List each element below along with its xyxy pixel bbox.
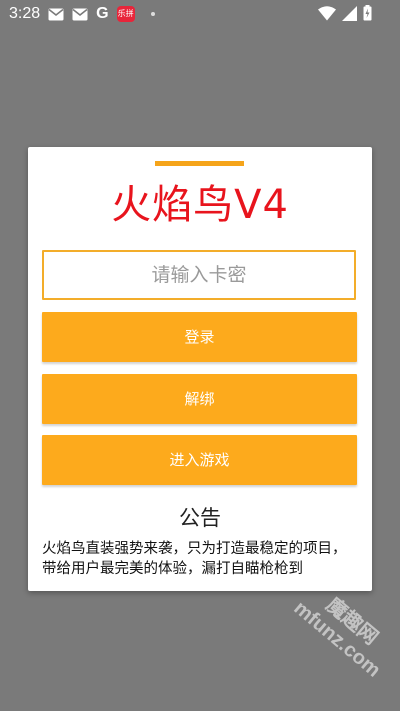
app-notification-icon: 乐拼 xyxy=(116,6,135,22)
watermark: 魔趣网 mfunz.com xyxy=(250,573,400,711)
login-button[interactable]: 登录 xyxy=(42,312,357,362)
dot-icon xyxy=(150,12,155,16)
mail-icon xyxy=(72,8,88,21)
title-accent-bar xyxy=(155,161,244,166)
system-icons xyxy=(318,5,372,21)
notification-icons: G 乐拼 xyxy=(48,5,155,23)
status-time: 3:28 xyxy=(9,5,41,22)
notice-heading: 公告 xyxy=(179,506,221,530)
enter-game-button[interactable]: 进入游戏 xyxy=(42,435,357,485)
unbind-button[interactable]: 解绑 xyxy=(42,374,357,424)
card-key-input[interactable] xyxy=(42,250,356,300)
login-dialog: 火焰鸟V4 登录 解绑 进入游戏 公告 火焰鸟直装强势来袭，只为打造最稳定的项目… xyxy=(28,147,372,591)
signal-icon xyxy=(342,5,357,21)
google-icon: G xyxy=(96,5,109,22)
mail-icon xyxy=(48,8,64,21)
status-bar: 3:28 G 乐拼 xyxy=(0,0,400,28)
wifi-icon xyxy=(318,5,336,21)
dialog-title: 火焰鸟V4 xyxy=(111,182,289,228)
battery-icon xyxy=(363,5,372,21)
